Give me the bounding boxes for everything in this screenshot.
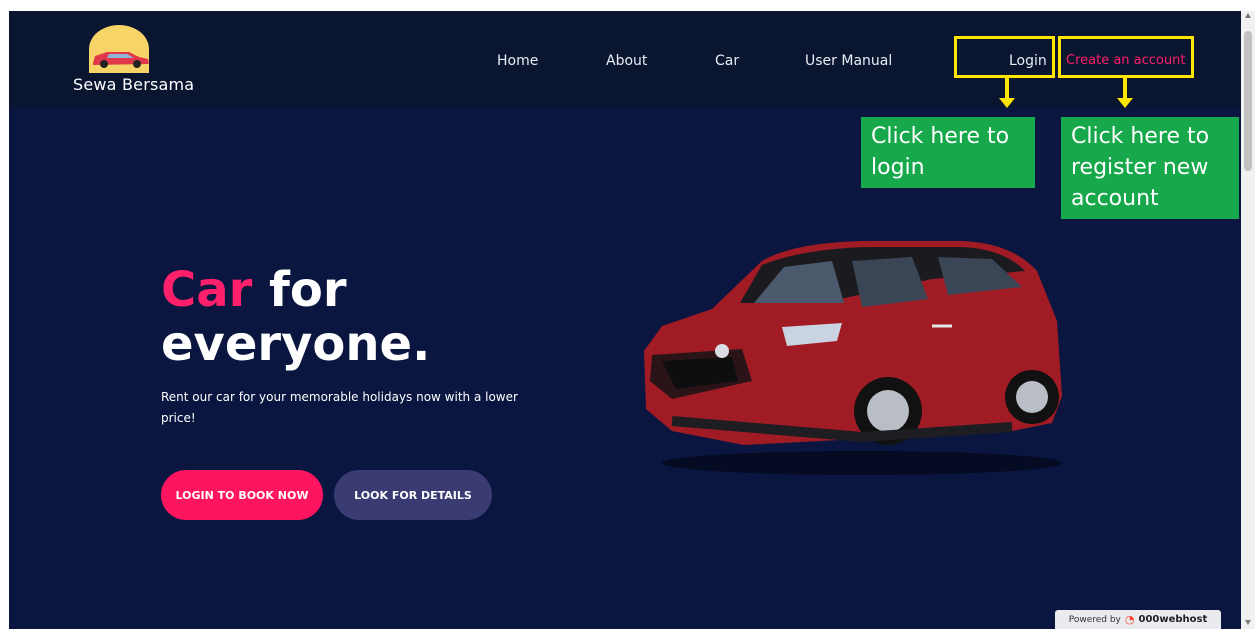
nav-about[interactable]: About <box>606 53 647 69</box>
look-for-details-button[interactable]: LOOK FOR DETAILS <box>334 470 492 520</box>
webhost-logo-icon: ◔ <box>1124 613 1135 626</box>
navbar: Sewa Bersama Home About Car User Manual … <box>9 11 1241 107</box>
scroll-down-icon[interactable] <box>1245 620 1251 625</box>
hero-title-rest: for <box>252 262 347 318</box>
scroll-up-icon[interactable] <box>1245 13 1251 18</box>
car-image <box>644 241 1062 475</box>
hero-title-line2: everyone. <box>161 316 431 372</box>
register-highlight-box <box>1058 36 1194 78</box>
login-highlight-box <box>954 36 1055 78</box>
hero-title-accent: Car <box>161 262 253 318</box>
webhost-name: 000webhost <box>1138 614 1208 625</box>
login-arrow <box>1005 78 1009 98</box>
nav-user-manual[interactable]: User Manual <box>805 53 892 69</box>
login-callout: Click here to login <box>861 117 1035 188</box>
hero-subtitle: Rent our car for your memorable holidays… <box>161 390 518 425</box>
register-arrow <box>1123 78 1127 98</box>
brand-name: Sewa Bersama <box>73 75 195 94</box>
powered-by-badge[interactable]: Powered by ◔ 000webhost <box>1055 610 1221 629</box>
login-to-book-button[interactable]: LOGIN TO BOOK NOW <box>161 470 323 520</box>
nav-car[interactable]: Car <box>715 53 739 69</box>
hero-title: Car for everyone. <box>161 263 430 371</box>
register-callout: Click here to register new account <box>1061 117 1239 219</box>
powered-by-label: Powered by <box>1068 614 1121 625</box>
register-arrow-head <box>1117 98 1133 108</box>
login-arrow-head <box>999 98 1015 108</box>
nav-home[interactable]: Home <box>497 53 538 69</box>
scroll-thumb[interactable] <box>1244 31 1252 171</box>
vertical-scrollbar[interactable] <box>1241 11 1255 629</box>
logo-car-icon <box>93 52 149 68</box>
page-frame: Sewa Bersama Home About Car User Manual … <box>9 11 1241 629</box>
brand-logo[interactable]: Sewa Bersama <box>73 23 194 99</box>
